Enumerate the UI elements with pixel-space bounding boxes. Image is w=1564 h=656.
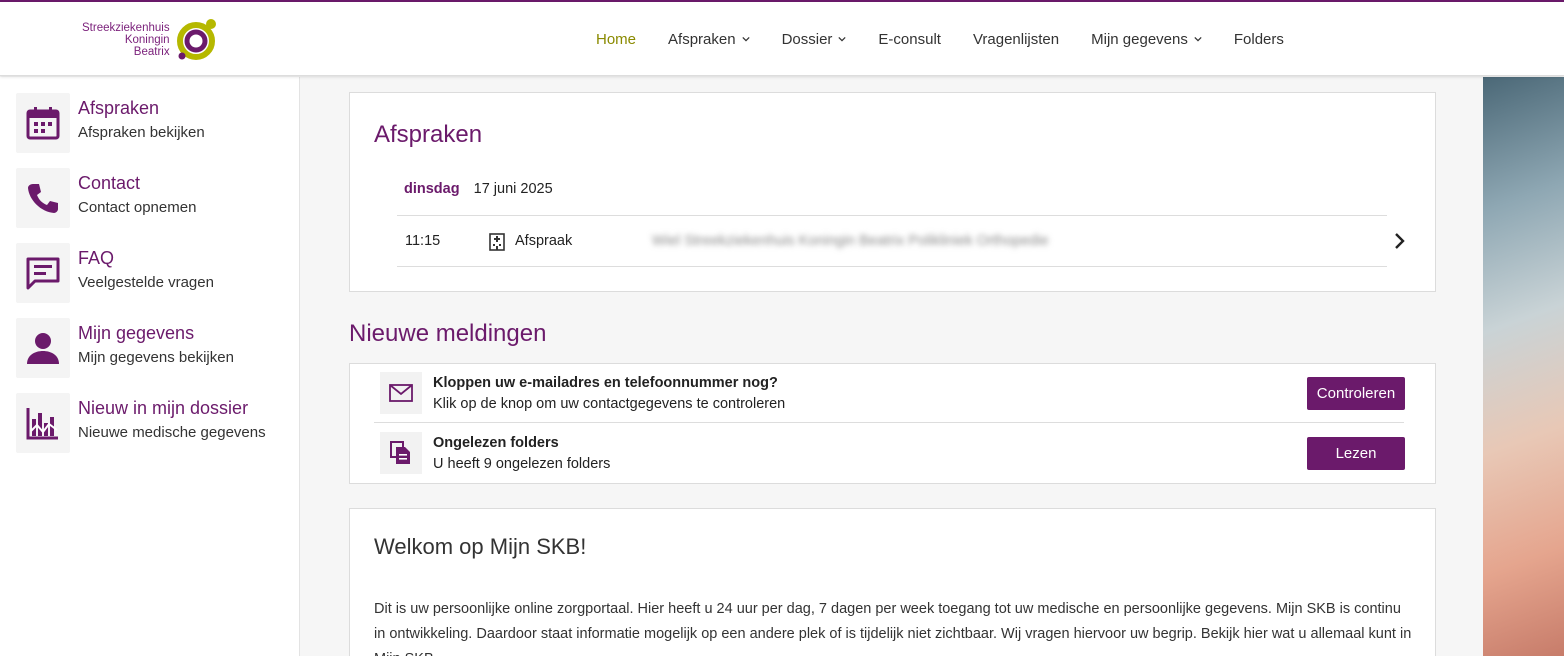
logo-line-3: Beatrix bbox=[133, 46, 170, 58]
nav-folders[interactable]: Folders bbox=[1218, 2, 1300, 76]
phone-icon bbox=[16, 168, 70, 228]
welcome-card: Welkom op Mijn SKB! Dit is uw persoonlij… bbox=[349, 508, 1436, 656]
sidebar-item-afspraken[interactable]: Afspraken Afspraken bekijken bbox=[16, 93, 286, 153]
chat-icon bbox=[16, 243, 70, 303]
chart-icon bbox=[16, 393, 70, 453]
notification-item: Ongelezen folders U heeft 9 ongelezen fo… bbox=[374, 424, 1405, 483]
welcome-title: Welkom op Mijn SKB! bbox=[374, 534, 587, 559]
sidebar-item-title: FAQ bbox=[78, 248, 115, 268]
logo-mark-icon bbox=[176, 19, 216, 60]
sidebar-item-title: Nieuw in mijn dossier bbox=[78, 398, 249, 418]
appointment-time: 11:15 bbox=[405, 233, 441, 249]
appointment-location: Wiel Streekziekenhuis Koningin Beatrix P… bbox=[652, 233, 1049, 249]
hospital-icon bbox=[489, 233, 505, 251]
appointment-type: Afspraak bbox=[515, 233, 573, 249]
background-photo bbox=[1483, 77, 1564, 656]
nav-afspraken[interactable]: Afspraken bbox=[652, 2, 766, 76]
nav-dossier-label: Dossier bbox=[781, 30, 833, 48]
logo[interactable]: Streekziekenhuis Koningin Beatrix bbox=[82, 16, 220, 64]
logo-text: Streekziekenhuis Koningin Beatrix bbox=[82, 22, 170, 58]
notification-title: Ongelezen folders bbox=[433, 435, 559, 451]
mail-icon bbox=[380, 372, 422, 414]
appointment-row[interactable]: 11:15 Afspraak Wiel Streekziekenhuis Kon… bbox=[397, 215, 1405, 267]
calendar-icon bbox=[16, 93, 70, 153]
chevron-down-icon bbox=[838, 36, 847, 42]
sidebar-item-subtitle: Veelgestelde vragen bbox=[78, 274, 214, 291]
notification-item: Kloppen uw e-mailadres en telefoonnummer… bbox=[374, 364, 1405, 423]
sidebar-item-nieuw-in-dossier[interactable]: Nieuw in mijn dossier Nieuwe medische ge… bbox=[16, 393, 286, 453]
sidebar: Afspraken Afspraken bekijken Contact Con… bbox=[0, 77, 300, 656]
logo-line-2: Koningin bbox=[124, 34, 170, 46]
sidebar-item-title: Contact bbox=[78, 173, 141, 193]
sidebar-item-subtitle: Nieuwe medische gegevens bbox=[78, 424, 266, 441]
controleren-button[interactable]: Controleren bbox=[1307, 377, 1405, 410]
nav-folders-label: Folders bbox=[1233, 30, 1284, 48]
nav-mijn-gegevens[interactable]: Mijn gegevens bbox=[1075, 2, 1218, 76]
sidebar-item-contact[interactable]: Contact Contact opnemen bbox=[16, 168, 286, 228]
nav-dossier[interactable]: Dossier bbox=[766, 2, 863, 76]
notification-subtitle: U heeft 9 ongelezen folders bbox=[433, 456, 611, 472]
nav-mijn-gegevens-label: Mijn gegevens bbox=[1091, 30, 1188, 48]
appointment-day: dinsdag bbox=[404, 181, 460, 197]
appointments-card: Afspraken dinsdag 17 juni 2025 11:15 Afs… bbox=[349, 92, 1436, 292]
nav-e-consult[interactable]: E-consult bbox=[862, 2, 957, 76]
notification-subtitle: Klik op de knop om uw contactgegevens te… bbox=[433, 396, 786, 412]
documents-icon bbox=[380, 432, 422, 474]
logo-line-1: Streekziekenhuis bbox=[82, 22, 170, 34]
sidebar-item-title: Mijn gegevens bbox=[78, 323, 195, 343]
nav-vragenlijsten-label: Vragenlijsten bbox=[972, 30, 1060, 48]
nav-home-label: Home bbox=[596, 30, 637, 48]
welcome-body: Dit is uw persoonlijke online zorgportaa… bbox=[374, 601, 1412, 656]
lezen-button[interactable]: Lezen bbox=[1307, 437, 1405, 470]
nav-e-consult-label: E-consult bbox=[878, 30, 941, 48]
sidebar-item-mijn-gegevens[interactable]: Mijn gegevens Mijn gegevens bekijken bbox=[16, 318, 286, 378]
main-nav: Home Afspraken Dossier E-consult Vragenl… bbox=[580, 2, 1300, 76]
chevron-down-icon bbox=[1194, 36, 1202, 42]
chevron-right-icon[interactable] bbox=[1393, 232, 1407, 250]
sidebar-item-subtitle: Mijn gegevens bekijken bbox=[78, 349, 234, 366]
chevron-down-icon bbox=[741, 36, 750, 42]
nav-afspraken-label: Afspraken bbox=[668, 30, 736, 48]
sidebar-item-subtitle: Contact opnemen bbox=[78, 199, 197, 216]
appointment-date: dinsdag 17 juni 2025 bbox=[404, 181, 553, 197]
sidebar-item-title: Afspraken bbox=[78, 98, 160, 118]
sidebar-item-faq[interactable]: FAQ Veelgestelde vragen bbox=[16, 243, 286, 303]
nav-home[interactable]: Home bbox=[580, 2, 652, 76]
appointments-title: Afspraken bbox=[374, 121, 483, 148]
notifications-title: Nieuwe meldingen bbox=[349, 320, 547, 347]
top-header: Streekziekenhuis Koningin Beatrix Home A… bbox=[0, 2, 1564, 76]
notification-title: Kloppen uw e-mailadres en telefoonnummer… bbox=[433, 375, 778, 391]
sidebar-item-subtitle: Afspraken bekijken bbox=[78, 124, 205, 141]
appointment-date-value: 17 juni 2025 bbox=[473, 181, 553, 197]
nav-vragenlijsten[interactable]: Vragenlijsten bbox=[957, 2, 1075, 76]
notifications-card: Kloppen uw e-mailadres en telefoonnummer… bbox=[349, 363, 1436, 484]
person-icon bbox=[16, 318, 70, 378]
